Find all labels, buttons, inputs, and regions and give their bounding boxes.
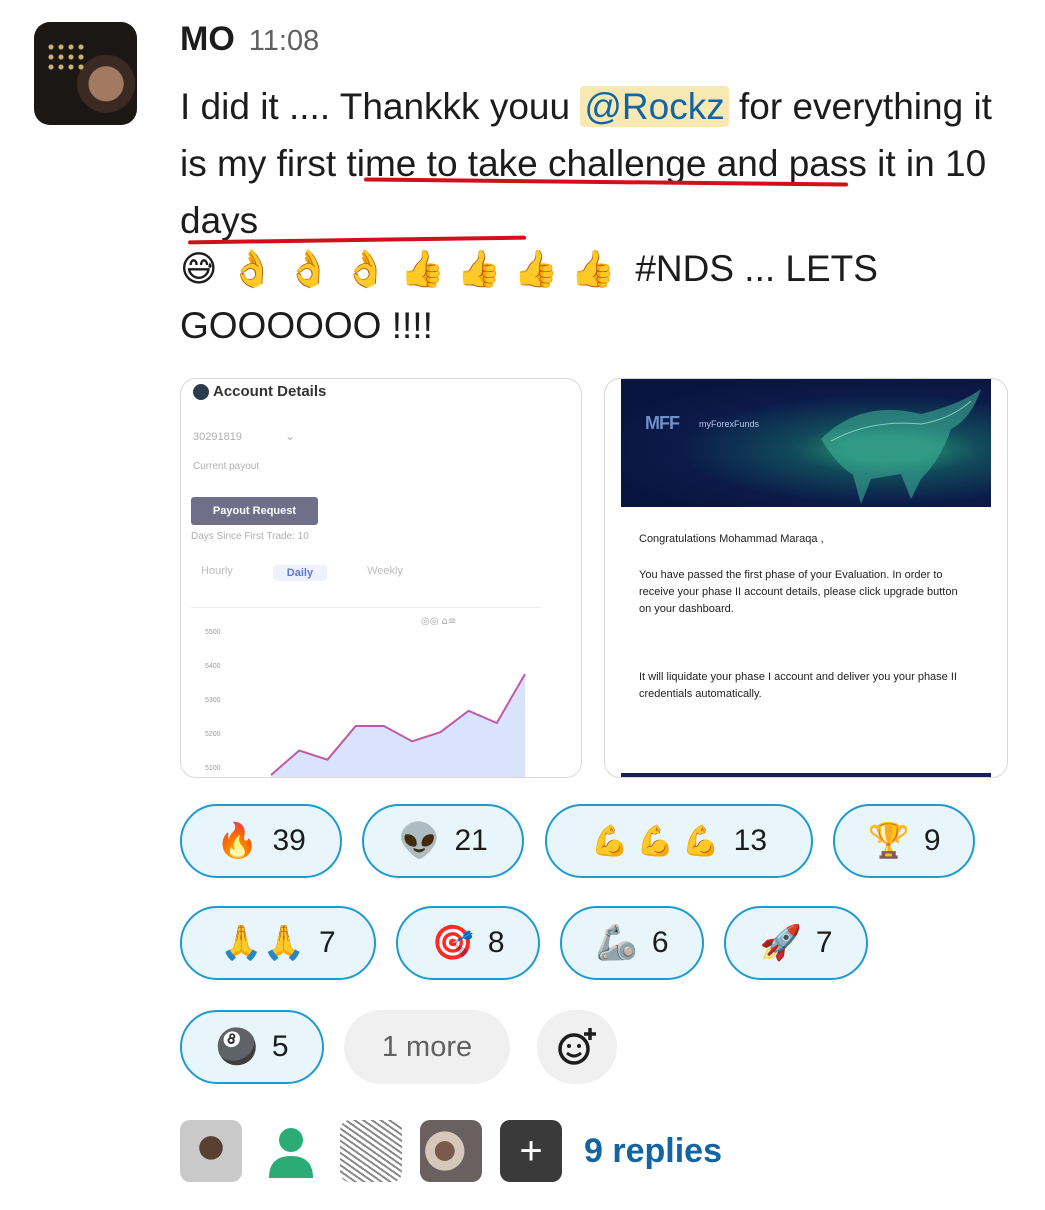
ok-hand-emoji-icon: 👌: [286, 249, 332, 290]
thumbs-up-emoji-icon: 👍: [400, 249, 445, 290]
email-paragraph-2: It will liquidate your phase I account a…: [639, 671, 957, 700]
message-timestamp[interactable]: 11:08: [249, 25, 319, 58]
target-icon: 🎯: [431, 924, 474, 962]
reply-avatar[interactable]: [340, 1120, 402, 1182]
ok-hand-emoji-icon: 👌: [343, 249, 389, 290]
alien-icon: 👽: [398, 822, 441, 860]
y-tick-label: 5300: [205, 697, 221, 704]
reaction-trophy[interactable]: 🏆 9: [833, 804, 975, 878]
reaction-count: 8: [487, 926, 505, 959]
fire-icon: 🔥: [216, 822, 259, 860]
hashtag-text: #NDS ... LETS: [635, 248, 878, 289]
tab-weekly: Weekly: [367, 565, 403, 577]
default-user-icon: [269, 1128, 313, 1178]
balance-chart: 5500 5400 5300 5200 5100 ◎◎ ⌂≡: [191, 607, 541, 777]
image-attachment-email[interactable]: MFF myForexFunds Congratulations Mohamma…: [604, 378, 1008, 778]
account-details-label: Account Details: [213, 383, 327, 400]
emoji-line: 😅 👌 👌 👌 👍 👍 👍 👍 #NDS ... LETS: [180, 248, 878, 290]
reaction-rocket[interactable]: 🚀 7: [724, 906, 868, 980]
chart-area-fill: [271, 674, 525, 777]
reaction-mechanical-arm[interactable]: 🦾 6: [560, 906, 704, 980]
reaction-count: 9: [923, 824, 941, 857]
replies-count-link[interactable]: 9 replies: [584, 1132, 722, 1171]
y-tick-label: 5400: [205, 663, 221, 670]
more-reactions-button[interactable]: 1 more: [344, 1010, 510, 1084]
email-banner: MFF myForexFunds: [621, 379, 991, 507]
rocket-icon: 🚀: [759, 924, 802, 962]
balance-area-chart: 5500 5400 5300 5200 5100 ◎◎ ⌂≡: [205, 616, 526, 777]
reply-avatar[interactable]: [420, 1120, 482, 1182]
bull-graphic-icon: [821, 389, 981, 504]
reaction-alien[interactable]: 👽 21: [362, 804, 524, 878]
reaction-count: 5: [271, 1030, 289, 1063]
message-header: MO 11:08: [180, 20, 319, 59]
reply-avatar[interactable]: [260, 1120, 322, 1182]
8ball-icon: 🎱: [215, 1028, 258, 1066]
reaction-count: 7: [815, 926, 833, 959]
plus-sign: +: [519, 1128, 543, 1173]
ok-hand-emoji-icon: 👌: [229, 249, 275, 290]
message-text-line2: GOOOOOO !!!!: [180, 305, 433, 346]
mff-logo-icon: MFF: [645, 413, 680, 433]
payout-request-button: Payout Request: [191, 497, 318, 525]
sweat-smile-emoji-icon: 😅: [180, 248, 218, 290]
reaction-count: 6: [651, 926, 669, 959]
reaction-count: 7: [318, 926, 336, 959]
thumbs-up-emoji-icon: 👍: [570, 249, 616, 290]
y-tick-label: 5500: [205, 629, 221, 636]
chevron-down-icon: ⌄: [285, 429, 296, 443]
more-repliers-icon[interactable]: +: [500, 1120, 562, 1182]
thread-replies[interactable]: + 9 replies: [180, 1120, 722, 1182]
message-text: I did it .... Thankkk youu @Rockz for ev…: [180, 78, 1020, 249]
y-tick-label: 5200: [205, 731, 221, 738]
reaction-direct-hit[interactable]: 🎯 8: [396, 906, 540, 980]
image-attachment-account-details[interactable]: Account Details 30291819 ⌄ Current payou…: [180, 378, 582, 778]
days-since-first-trade: Days Since First Trade: 10: [191, 531, 309, 542]
reaction-fire[interactable]: 🔥 39: [180, 804, 342, 878]
y-tick-label: 5100: [205, 765, 221, 772]
author-name[interactable]: MO: [180, 20, 235, 59]
message-text-part: I did it .... Thankkk youu: [180, 86, 571, 127]
email-footer-bar: [621, 773, 991, 777]
account-icon: [193, 383, 209, 400]
trophy-icon: 🏆: [867, 822, 910, 860]
thumbs-up-emoji-icon: 👍: [513, 249, 559, 290]
reaction-count: 21: [454, 824, 488, 857]
tab-hourly: Hourly: [201, 565, 233, 577]
user-mention[interactable]: @Rockz: [580, 86, 729, 127]
reaction-8ball[interactable]: 🎱 5: [180, 1010, 324, 1084]
reaction-count: 39: [272, 824, 306, 857]
reaction-flexed-biceps[interactable]: 💪 💪 💪 13: [545, 804, 813, 878]
chart-toolbar-icon: ◎◎ ⌂≡: [421, 616, 456, 627]
reply-avatar[interactable]: [180, 1120, 242, 1182]
tab-daily: Daily: [272, 565, 328, 581]
add-reaction-button[interactable]: [537, 1010, 617, 1084]
more-reactions-label: 1 more: [381, 1030, 473, 1063]
account-number: 30291819: [193, 431, 242, 443]
thumbs-up-emoji-icon: 👍: [456, 249, 502, 290]
flexed-biceps-icon: 💪 💪 💪: [590, 824, 720, 858]
email-greeting: Congratulations Mohammad Maraqa ,: [639, 533, 824, 545]
reaction-folded-hands[interactable]: 🙏🙏 7: [180, 906, 376, 980]
account-details-title: Account Details: [193, 383, 326, 400]
current-payout-label: Current payout: [193, 461, 260, 472]
folded-hands-icon: 🙏🙏: [220, 924, 305, 962]
mechanical-arm-icon: 🦾: [595, 924, 638, 962]
add-emoji-icon: [558, 1028, 596, 1065]
email-paragraph-1: You have passed the first phase of your …: [639, 569, 958, 615]
chart-period-tabs: Hourly Daily Weekly: [201, 565, 403, 581]
reaction-count: 13: [733, 824, 768, 857]
brand-name: myForexFunds: [699, 419, 760, 429]
author-avatar[interactable]: [34, 22, 137, 125]
